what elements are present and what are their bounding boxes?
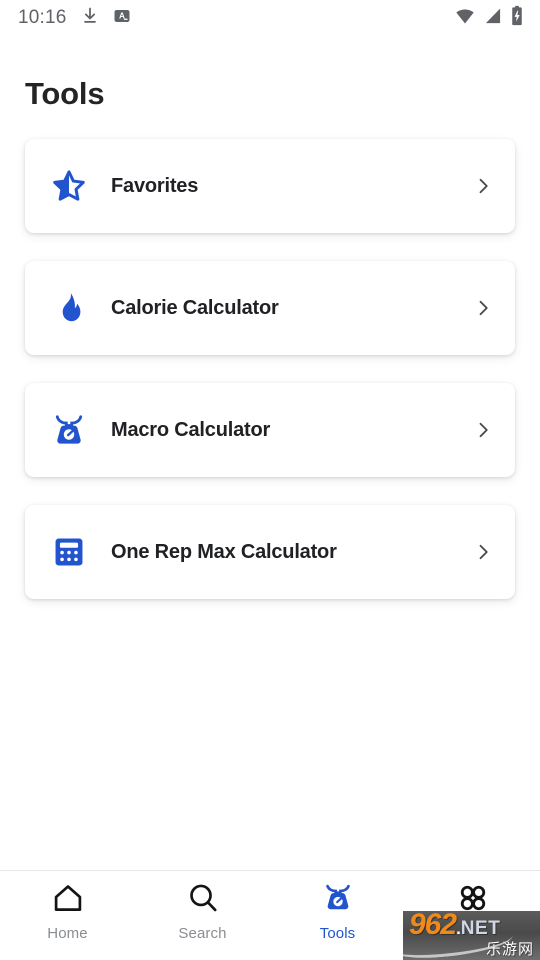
tools-list: Favorites Calorie Calculator Macro Calcu… bbox=[0, 109, 540, 599]
nav-label: Tools bbox=[319, 925, 356, 942]
nav-label: Home bbox=[47, 925, 88, 942]
tool-label: Macro Calculator bbox=[111, 418, 271, 441]
status-bar-right bbox=[454, 5, 524, 32]
tool-label: Calorie Calculator bbox=[111, 296, 279, 319]
site-watermark-overlay: 962 . NET 乐游网 bbox=[403, 911, 540, 960]
home-icon bbox=[51, 881, 85, 915]
chevron-right-icon[interactable] bbox=[473, 176, 493, 196]
nav-item-home[interactable]: Home bbox=[0, 881, 135, 942]
tool-card-one-rep-max-calculator[interactable]: One Rep Max Calculator bbox=[25, 505, 515, 599]
tool-card-calorie-calculator[interactable]: Calorie Calculator bbox=[25, 261, 515, 355]
app-screen: 10:16 A Tools Favorites Calorie Calculat… bbox=[0, 0, 540, 960]
search-icon bbox=[186, 881, 220, 915]
chevron-right-icon[interactable] bbox=[473, 298, 493, 318]
food-scale-icon bbox=[49, 410, 89, 450]
toolbox-icon bbox=[321, 881, 355, 915]
status-bar: 10:16 A bbox=[0, 0, 540, 36]
status-time: 10:16 bbox=[18, 7, 67, 28]
flame-icon bbox=[49, 288, 89, 328]
tool-label: One Rep Max Calculator bbox=[111, 540, 337, 563]
star-half-icon bbox=[49, 166, 89, 206]
nav-item-tools[interactable]: Tools bbox=[270, 881, 405, 942]
tool-card-macro-calculator[interactable]: Macro Calculator bbox=[25, 383, 515, 477]
tool-card-favorites[interactable]: Favorites bbox=[25, 139, 515, 233]
cell-signal-icon bbox=[483, 6, 503, 31]
battery-charging-icon bbox=[510, 5, 524, 32]
page-title: Tools bbox=[25, 76, 105, 111]
nav-label: Search bbox=[178, 925, 227, 942]
chevron-right-icon[interactable] bbox=[473, 420, 493, 440]
status-bar-left: 10:16 A bbox=[18, 6, 131, 31]
tool-label: Favorites bbox=[111, 174, 199, 197]
nav-item-search[interactable]: Search bbox=[135, 881, 270, 942]
download-icon bbox=[80, 6, 100, 31]
grid-dots-icon bbox=[456, 881, 490, 915]
subtitle-a-icon: A bbox=[113, 7, 131, 30]
chevron-right-icon[interactable] bbox=[473, 542, 493, 562]
wifi-icon bbox=[454, 5, 476, 32]
calculator-icon bbox=[49, 532, 89, 572]
content-empty-area bbox=[0, 599, 540, 870]
